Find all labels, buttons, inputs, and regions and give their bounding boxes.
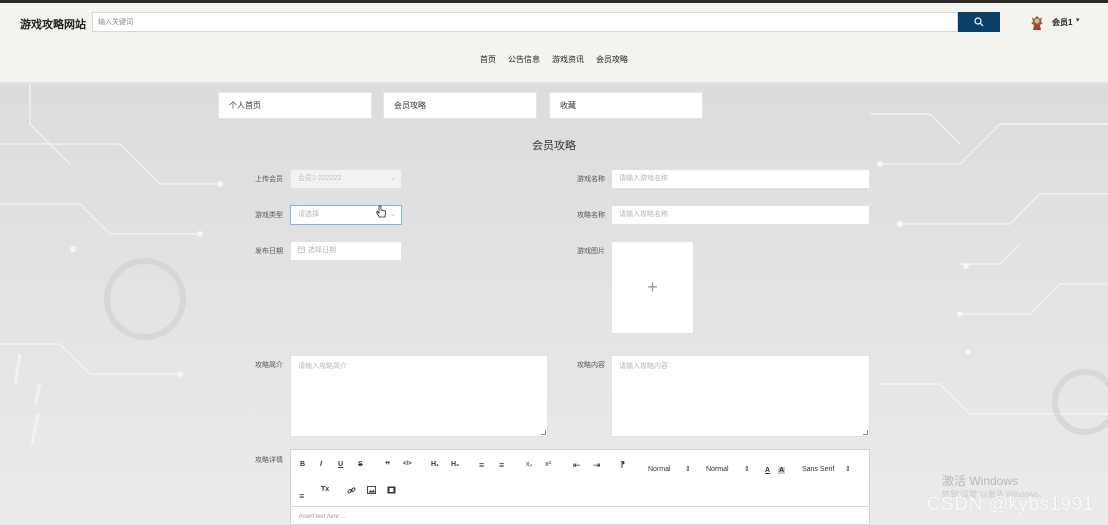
header-select-arrow-icon: ⇕ — [744, 466, 750, 473]
avatar[interactable] — [1029, 13, 1045, 31]
size-select-arrow-icon: ⇕ — [685, 466, 691, 473]
uploader-field: 会员1-222222 ⌄ — [290, 169, 402, 189]
publish-date-label: 发布日期 — [255, 248, 283, 255]
bullet-list-button[interactable]: ≡ — [499, 460, 504, 470]
hand-cursor-icon — [375, 205, 386, 218]
guide-name-input[interactable]: 请输入攻略名称 — [611, 205, 870, 225]
search-button[interactable] — [958, 12, 1000, 32]
outdent-button[interactable]: ⇤ — [573, 460, 581, 471]
header-2-button[interactable]: H₂ — [451, 461, 459, 468]
nav-item-game-news[interactable]: 游戏资讯 — [552, 54, 584, 65]
chevron-down-icon: ⌄ — [390, 211, 396, 218]
user-menu-caret-icon[interactable]: ▾ — [1076, 16, 1080, 24]
size-select[interactable]: Normal — [648, 466, 671, 473]
intro-textarea[interactable]: 请输入攻略简介 — [290, 355, 548, 437]
strike-button[interactable]: S — [358, 461, 363, 468]
publish-date-placeholder: 选择日期 — [308, 247, 336, 254]
detail-label: 攻略详情 — [255, 457, 283, 464]
csdn-watermark: CSDN @kybs1991 — [927, 494, 1094, 515]
background-color-button[interactable]: A — [778, 467, 786, 474]
tab-member-guides[interactable]: 会员攻略 — [383, 92, 537, 119]
guide-name-placeholder: 请输入攻略名称 — [619, 211, 668, 218]
tab-personal-home[interactable]: 个人首页 — [218, 92, 372, 119]
plus-icon: + — [647, 277, 658, 297]
bold-button[interactable]: B — [300, 461, 305, 468]
content-textarea[interactable]: 请输入攻略内容 — [611, 355, 870, 437]
uploader-value: 会员1-222222 — [298, 175, 342, 182]
game-type-label: 游戏类型 — [255, 212, 283, 219]
user-name[interactable]: 会员1 — [1052, 17, 1072, 28]
publish-date-picker[interactable]: 选择日期 — [290, 241, 402, 261]
header-select[interactable]: Normal — [706, 466, 729, 473]
blockquote-button[interactable]: ❞ — [385, 460, 390, 471]
resize-handle-icon[interactable] — [541, 430, 546, 435]
intro-label: 攻略简介 — [255, 362, 283, 369]
intro-placeholder: 请输入攻略简介 — [298, 363, 347, 370]
uploader-label: 上传会员 — [255, 176, 283, 183]
superscript-button[interactable]: x² — [545, 461, 551, 468]
italic-button[interactable]: I — [320, 461, 322, 468]
form-title: 会员攻略 — [532, 140, 576, 152]
image-upload-box[interactable]: + — [611, 241, 694, 334]
image-icon[interactable] — [367, 486, 376, 494]
calendar-icon — [298, 246, 305, 253]
header-1-button[interactable]: H₁ — [431, 461, 439, 468]
game-type-placeholder: 请选择 — [298, 211, 319, 218]
tab-favorites[interactable]: 收藏 — [549, 92, 703, 119]
game-image-label: 游戏图片 — [577, 248, 605, 255]
windows-activation-watermark: 激活 Windows — [942, 474, 1019, 488]
header: 游戏攻略网站 会员1 ▾ 首页 公告信息 游戏资讯 会员攻略 — [0, 3, 1108, 83]
resize-handle-icon[interactable] — [863, 430, 868, 435]
font-select-arrow-icon: ⇕ — [845, 466, 851, 473]
site-title[interactable]: 游戏攻略网站 — [20, 16, 86, 32]
ordered-list-button[interactable]: ≡ — [479, 460, 484, 470]
editor-body[interactable]: Insert text here ... — [290, 507, 870, 525]
editor-toolbar: B I U S ❞ </> H₁ H₂ ≡ ≡ x₂ x² ⇤ ⇥ ⁋ Norm… — [290, 449, 870, 507]
content-label: 攻略内容 — [577, 362, 605, 369]
game-name-placeholder: 请输入游戏名称 — [619, 175, 668, 182]
guide-name-label: 攻略名称 — [577, 212, 605, 219]
link-icon[interactable] — [347, 486, 356, 495]
nav-item-home[interactable]: 首页 — [480, 54, 496, 65]
chevron-down-icon: ⌄ — [390, 175, 396, 182]
video-icon[interactable] — [387, 486, 396, 494]
clean-format-button[interactable]: Tx — [321, 486, 329, 493]
content-placeholder: 请输入攻略内容 — [619, 363, 668, 370]
editor-placeholder: Insert text here ... — [299, 514, 346, 520]
search-input[interactable] — [92, 12, 958, 32]
nav-item-member-guides[interactable]: 会员攻略 — [596, 54, 628, 65]
align-button[interactable]: ≡ — [299, 491, 304, 501]
indent-button[interactable]: ⇥ — [593, 460, 601, 471]
game-name-input[interactable]: 请输入游戏名称 — [611, 169, 870, 189]
subscript-button[interactable]: x₂ — [526, 461, 532, 468]
underline-button[interactable]: U — [338, 461, 343, 468]
nav-item-announcements[interactable]: 公告信息 — [508, 54, 540, 65]
text-direction-button[interactable]: ⁋ — [620, 460, 625, 469]
font-select[interactable]: Sans Serif — [802, 466, 834, 473]
main-nav: 首页 公告信息 游戏资讯 会员攻略 — [0, 54, 1108, 65]
game-name-label: 游戏名称 — [577, 176, 605, 183]
code-block-button[interactable]: </> — [403, 461, 412, 467]
search-icon — [974, 17, 984, 27]
text-color-button[interactable]: A — [765, 467, 770, 474]
